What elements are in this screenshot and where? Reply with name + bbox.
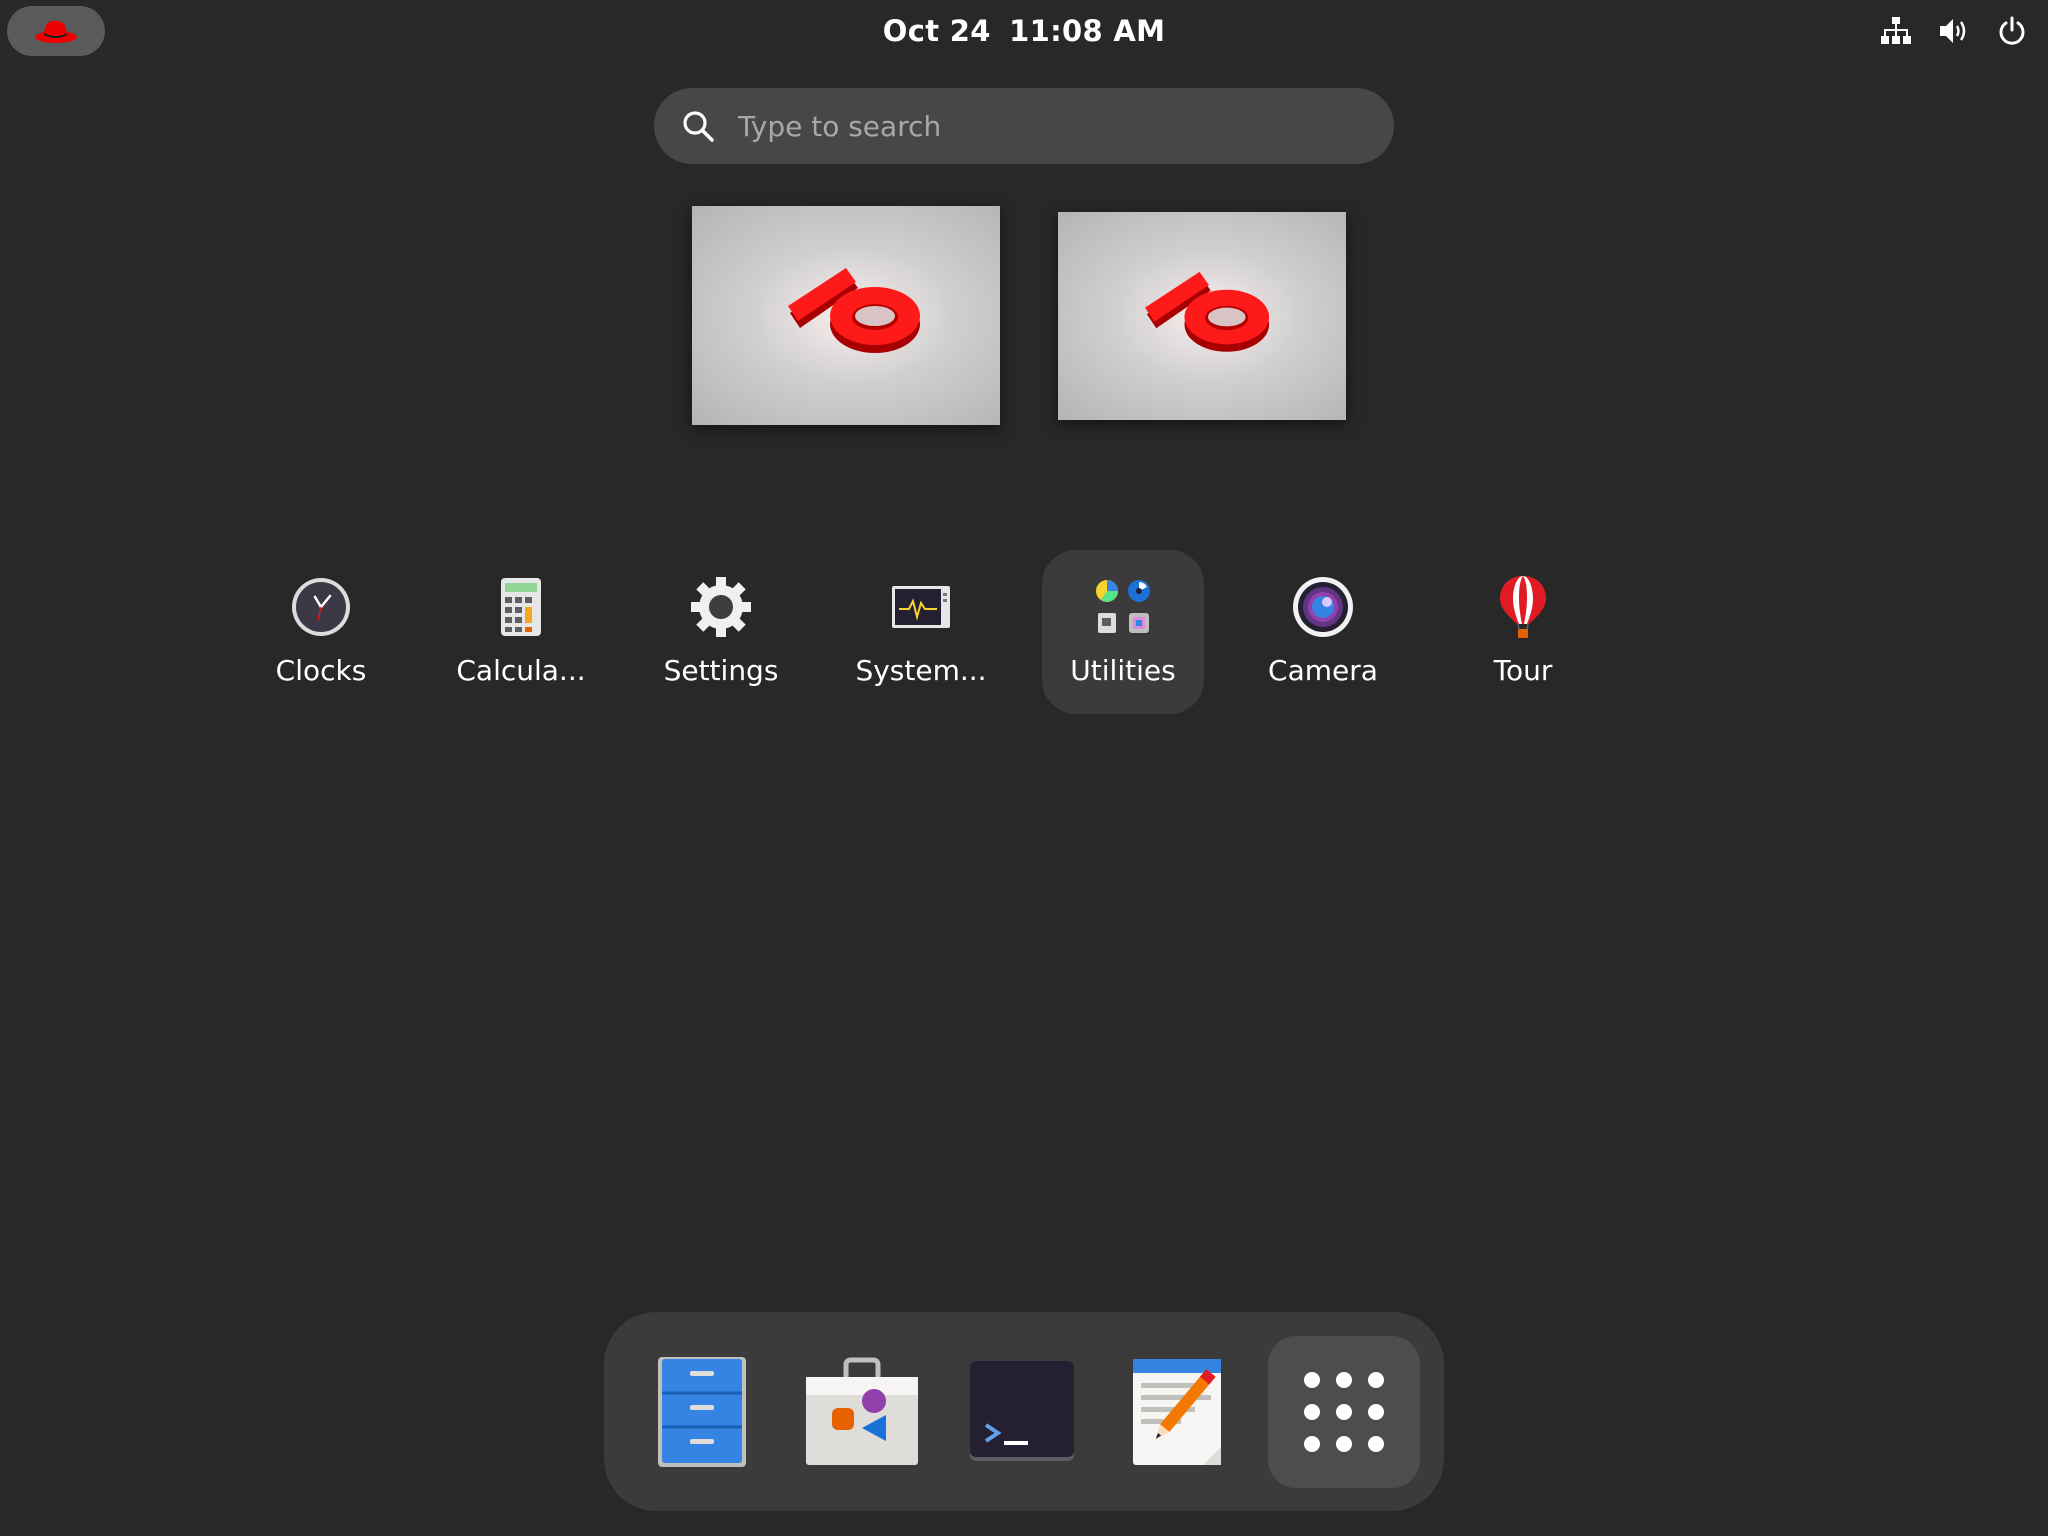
search-icon bbox=[678, 106, 718, 146]
date-label: Oct 24 bbox=[882, 14, 991, 48]
clock-icon bbox=[288, 574, 354, 640]
network-icon[interactable] bbox=[1878, 13, 1914, 49]
workspace-thumbnail[interactable] bbox=[692, 206, 1000, 425]
clock-button[interactable]: Oct 24 11:08 AM bbox=[0, 0, 2048, 62]
terminal-icon bbox=[970, 1361, 1074, 1461]
workspace-thumbnail[interactable] bbox=[1058, 212, 1346, 420]
app-label: Tour bbox=[1493, 654, 1553, 687]
app-clocks[interactable]: Clocks bbox=[240, 550, 402, 714]
dock-item-terminal[interactable] bbox=[960, 1350, 1084, 1474]
file-cabinet-icon bbox=[658, 1357, 746, 1467]
top-bar: Oct 24 11:08 AM bbox=[0, 0, 2048, 62]
time-label: 11:08 AM bbox=[1009, 14, 1166, 48]
power-icon[interactable] bbox=[1994, 13, 2030, 49]
dock-item-software[interactable] bbox=[800, 1350, 924, 1474]
gear-icon bbox=[688, 574, 754, 640]
shopping-bag-icon bbox=[806, 1357, 918, 1465]
calculator-icon bbox=[488, 574, 554, 640]
app-settings[interactable]: Settings bbox=[640, 550, 802, 714]
app-calculator[interactable]: Calcula... bbox=[440, 550, 602, 714]
camera-icon bbox=[1290, 574, 1356, 640]
system-tray[interactable] bbox=[1878, 13, 2030, 49]
app-grid-icon bbox=[1304, 1372, 1384, 1452]
red-10-logo-wallpaper bbox=[1145, 271, 1270, 352]
app-folder-utilities[interactable]: Utilities bbox=[1042, 550, 1204, 714]
search-bar[interactable] bbox=[654, 88, 1394, 164]
app-tour[interactable]: Tour bbox=[1442, 550, 1604, 714]
utilities-folder-icon bbox=[1090, 574, 1156, 640]
app-system-monitor[interactable]: System... bbox=[840, 550, 1002, 714]
app-label: Clocks bbox=[275, 654, 367, 687]
app-label: Camera bbox=[1268, 654, 1378, 687]
dock bbox=[604, 1312, 1444, 1511]
red-10-logo-wallpaper bbox=[788, 268, 920, 353]
app-camera[interactable]: Camera bbox=[1242, 550, 1404, 714]
dock-item-text-editor[interactable] bbox=[1120, 1350, 1244, 1474]
app-label: Utilities bbox=[1070, 654, 1176, 687]
text-editor-icon bbox=[1133, 1359, 1221, 1465]
system-monitor-icon bbox=[888, 574, 954, 640]
app-label: Calcula... bbox=[456, 654, 586, 687]
search-input[interactable] bbox=[736, 108, 1340, 144]
volume-icon[interactable] bbox=[1936, 13, 1972, 49]
balloon-icon bbox=[1490, 574, 1556, 640]
dock-item-files[interactable] bbox=[640, 1350, 764, 1474]
show-apps-button[interactable] bbox=[1268, 1336, 1420, 1488]
app-label: Settings bbox=[663, 654, 779, 687]
app-label: System... bbox=[855, 654, 987, 687]
